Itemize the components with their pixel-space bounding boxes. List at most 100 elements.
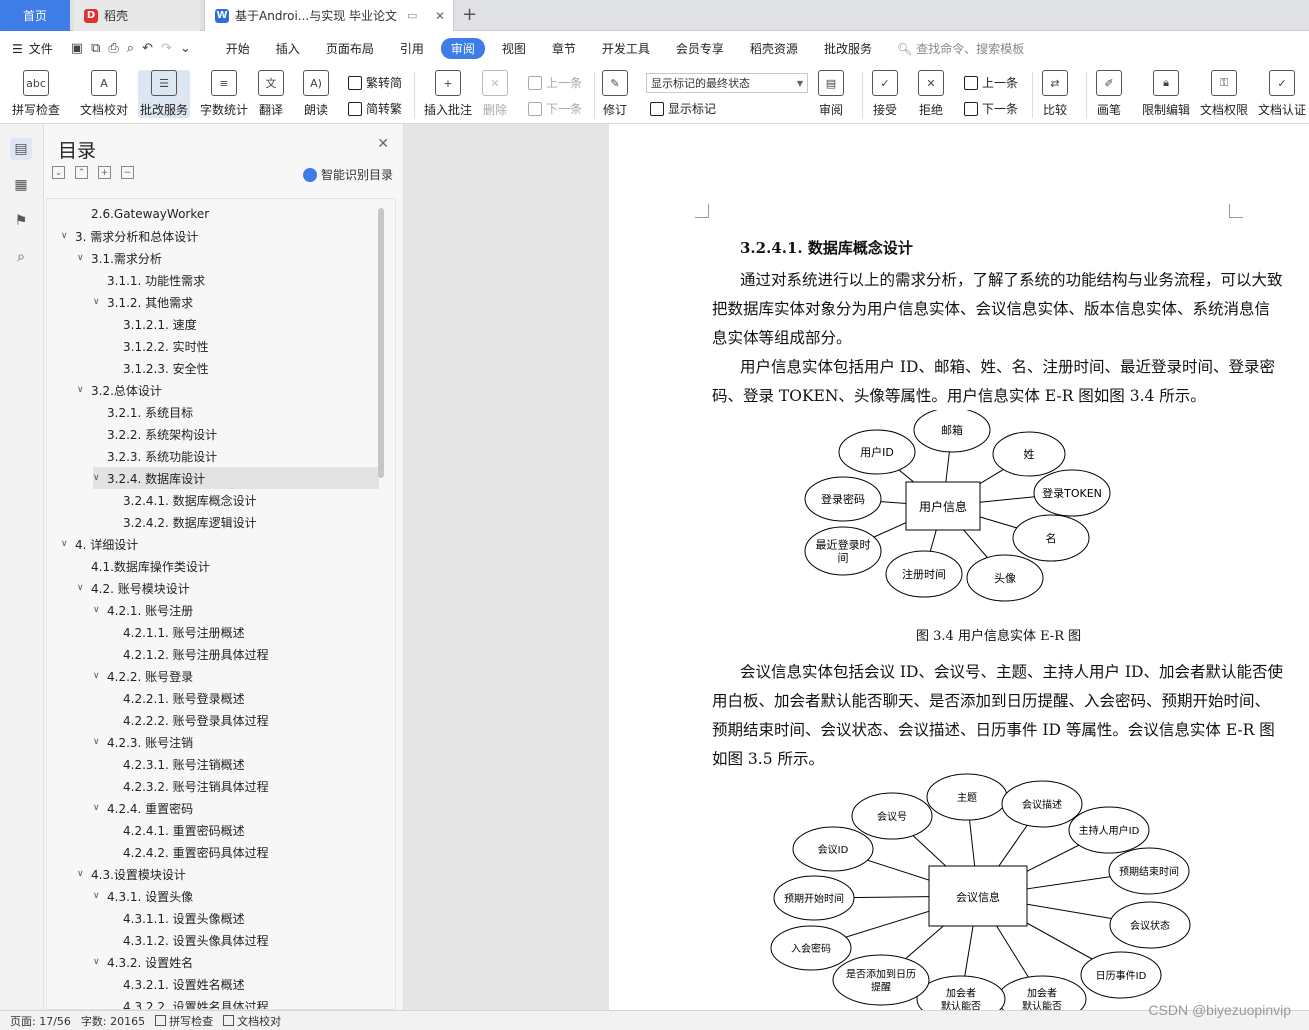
toc-item[interactable]: 3.2.1. 系统目标 (93, 401, 193, 423)
chevron-down-icon[interactable]: ∨ (61, 539, 75, 549)
chevron-down-icon[interactable]: ∨ (77, 869, 91, 879)
toc-item[interactable]: 4.2.4.1. 重置密码概述 (109, 819, 245, 841)
read-aloud-button[interactable]: A) 朗读 (303, 70, 329, 118)
chevron-down-icon[interactable]: ∨ (93, 473, 107, 483)
toc-item[interactable]: 3.2.4.1. 数据库概念设计 (109, 489, 257, 511)
word-count-indicator[interactable]: 字数: 20165 (81, 1013, 145, 1029)
chevron-down-icon[interactable]: ∨ (93, 957, 107, 967)
toc-item[interactable]: ∨ 3.1.需求分析 (77, 247, 162, 269)
spell-check-toggle[interactable]: 拼写检查 (155, 1013, 213, 1029)
menu-item[interactable]: 视图 (489, 40, 539, 57)
toc-item[interactable]: ∨ 4. 详细设计 (61, 533, 138, 555)
translate-button[interactable]: 文翻译 (258, 70, 284, 118)
toc-item[interactable]: 4.2.4.2. 重置密码具体过程 (109, 841, 269, 863)
toc-item[interactable]: ∨ 3. 需求分析和总体设计 (61, 225, 198, 247)
menu-item[interactable]: 开发工具 (589, 40, 663, 57)
print-icon[interactable]: ⎙ (108, 41, 118, 56)
toc-item[interactable]: 3.2.2. 系统架构设计 (93, 423, 217, 445)
screen-icon[interactable]: ▭ (407, 9, 417, 22)
toc-item[interactable]: ∨ 4.3.设置模块设计 (77, 863, 186, 885)
toc-item[interactable]: 4.3.1.2. 设置头像具体过程 (109, 929, 269, 951)
more-icon[interactable]: ⌄ (180, 41, 191, 56)
menu-item[interactable]: 章节 (539, 40, 589, 57)
menu-item[interactable]: 页面布局 (313, 40, 387, 57)
chevron-down-icon[interactable]: ∨ (77, 583, 91, 593)
toc-item[interactable]: 4.1.数据库操作类设计 (77, 555, 210, 577)
toc-item[interactable]: ∨ 3.1.2. 其他需求 (93, 291, 193, 313)
toc-item[interactable]: 4.3.2.1. 设置姓名概述 (109, 973, 245, 995)
doc-permission-button[interactable]: ⚿ 文档权限 (1200, 70, 1248, 118)
toc-item[interactable]: 2.6.GatewayWorker (77, 203, 209, 225)
menu-item[interactable]: 引用 (387, 40, 437, 57)
toc-item[interactable]: ∨ 4.2.1. 账号注册 (93, 599, 193, 621)
preview-icon[interactable]: ⌕ (127, 41, 134, 56)
menu-item[interactable]: 批改服务 (811, 40, 885, 57)
save-icon[interactable]: ▣ (71, 41, 83, 56)
search-icon[interactable]: ⌕ (10, 246, 32, 268)
simp-to-trad-button[interactable]: 简转繁 (348, 100, 402, 117)
toc-item[interactable]: 4.2.2.1. 账号登录概述 (109, 687, 245, 709)
show-marks-button[interactable]: 显示标记 (650, 100, 716, 117)
toc-item[interactable]: ∨ 4.3.1. 设置头像 (93, 885, 193, 907)
toc-item[interactable]: ∨ 4.3.2. 设置姓名 (93, 951, 193, 973)
chevron-down-icon[interactable]: ∨ (93, 803, 107, 813)
toc-item[interactable]: 3.1.1. 功能性需求 (93, 269, 205, 291)
toc-scrollbar[interactable] (378, 208, 384, 478)
menu-item[interactable]: 插入 (263, 40, 313, 57)
correction-service-button[interactable]: ☰ 批改服务 (138, 70, 191, 118)
close-icon[interactable]: ✕ (435, 9, 445, 23)
redo-icon[interactable]: ↷ (161, 41, 172, 56)
chevron-down-icon[interactable]: ∨ (93, 891, 107, 901)
toc-item[interactable]: 4.2.1.1. 账号注册概述 (109, 621, 245, 643)
display-mode-select[interactable]: 显示标记的最终状态 ▼ (646, 73, 808, 93)
toc-item[interactable]: ∨ 3.2.总体设计 (77, 379, 162, 401)
delete-comment-button[interactable]: ✕ 删除 (482, 70, 508, 118)
expand-all-icon[interactable]: ⌄ (52, 166, 65, 179)
chevron-down-icon[interactable]: ∨ (93, 605, 107, 615)
new-tab-button[interactable]: + (462, 4, 477, 25)
menu-item[interactable]: 稻壳资源 (737, 40, 811, 57)
toc-item[interactable]: 3.1.2.2. 实时性 (109, 335, 209, 357)
document-page[interactable]: 3.2.4.1. 数据库概念设计 通过对系统进行以上的需求分析，了解了系统的功能… (609, 124, 1309, 1010)
toc-item[interactable]: 3.1.2.3. 安全性 (109, 357, 209, 379)
chapter-nav-icon[interactable]: ▦ (10, 174, 32, 196)
review-pane-button[interactable]: ▤ 审阅 (818, 70, 844, 118)
toc-item[interactable]: ∨ 4.2.4. 重置密码 (93, 797, 193, 819)
next-comment-button[interactable]: 下一条 (528, 100, 582, 117)
undo-icon[interactable]: ↶ (142, 41, 153, 56)
toc-item[interactable]: 4.3.1.1. 设置头像概述 (109, 907, 245, 929)
toc-item[interactable]: 3.2.3. 系统功能设计 (93, 445, 217, 467)
chevron-down-icon[interactable]: ∨ (93, 297, 107, 307)
reject-button[interactable]: ✕ 拒绝 (918, 70, 944, 118)
track-changes-button[interactable]: ✎ 修订 (602, 70, 628, 118)
prev-comment-button[interactable]: 上一条 (528, 74, 582, 91)
proofread-button[interactable]: A 文档校对 (80, 70, 128, 118)
close-icon[interactable]: ✕ (377, 136, 389, 152)
menu-item[interactable]: 开始 (213, 40, 263, 57)
menu-item[interactable]: 会员专享 (663, 40, 737, 57)
tab-document[interactable]: W 基于Androi...与实现 毕业论文 ▭ ✕ (204, 0, 454, 31)
chevron-down-icon[interactable]: ∨ (61, 231, 75, 241)
toc-item[interactable]: 4.2.3.2. 账号注销具体过程 (109, 775, 269, 797)
toc-item[interactable]: 4.2.3.1. 账号注销概述 (109, 753, 245, 775)
insert-comment-button[interactable]: + 插入批注 (424, 70, 472, 118)
collapse-all-icon[interactable]: ⌃ (75, 166, 88, 179)
smart-toc-button[interactable]: 智能识别目录 (302, 166, 393, 183)
toc-item[interactable]: ∨ 4.2. 账号模块设计 (77, 577, 190, 599)
pen-button[interactable]: ✐ 画笔 (1096, 70, 1122, 118)
chevron-down-icon[interactable]: ∨ (93, 671, 107, 681)
chevron-down-icon[interactable]: ∨ (93, 737, 107, 747)
toc-item[interactable]: 4.2.1.2. 账号注册具体过程 (109, 643, 269, 665)
accept-button[interactable]: ✓ 接受 (872, 70, 898, 118)
doc-cert-button[interactable]: ✓ 文档认证 (1258, 70, 1306, 118)
toc-item[interactable]: ∨ 4.2.2. 账号登录 (93, 665, 193, 687)
command-search[interactable]: 🔍︎ 查找命令、搜索模板 (897, 40, 1024, 57)
chevron-down-icon[interactable]: ∨ (77, 253, 91, 263)
spell-check-button[interactable]: abc 拼写检查 (12, 70, 60, 118)
toc-item[interactable]: ∨ 4.2.3. 账号注销 (93, 731, 193, 753)
prev-change-button[interactable]: 上一条 (964, 74, 1018, 91)
proofread-toggle[interactable]: 文档校对 (223, 1013, 281, 1029)
toc-item[interactable]: 4.2.2.2. 账号登录具体过程 (109, 709, 269, 731)
toc-item[interactable]: 3.1.2.1. 速度 (109, 313, 197, 335)
toc-item[interactable]: ∨ 3.2.4. 数据库设计 (93, 467, 379, 489)
